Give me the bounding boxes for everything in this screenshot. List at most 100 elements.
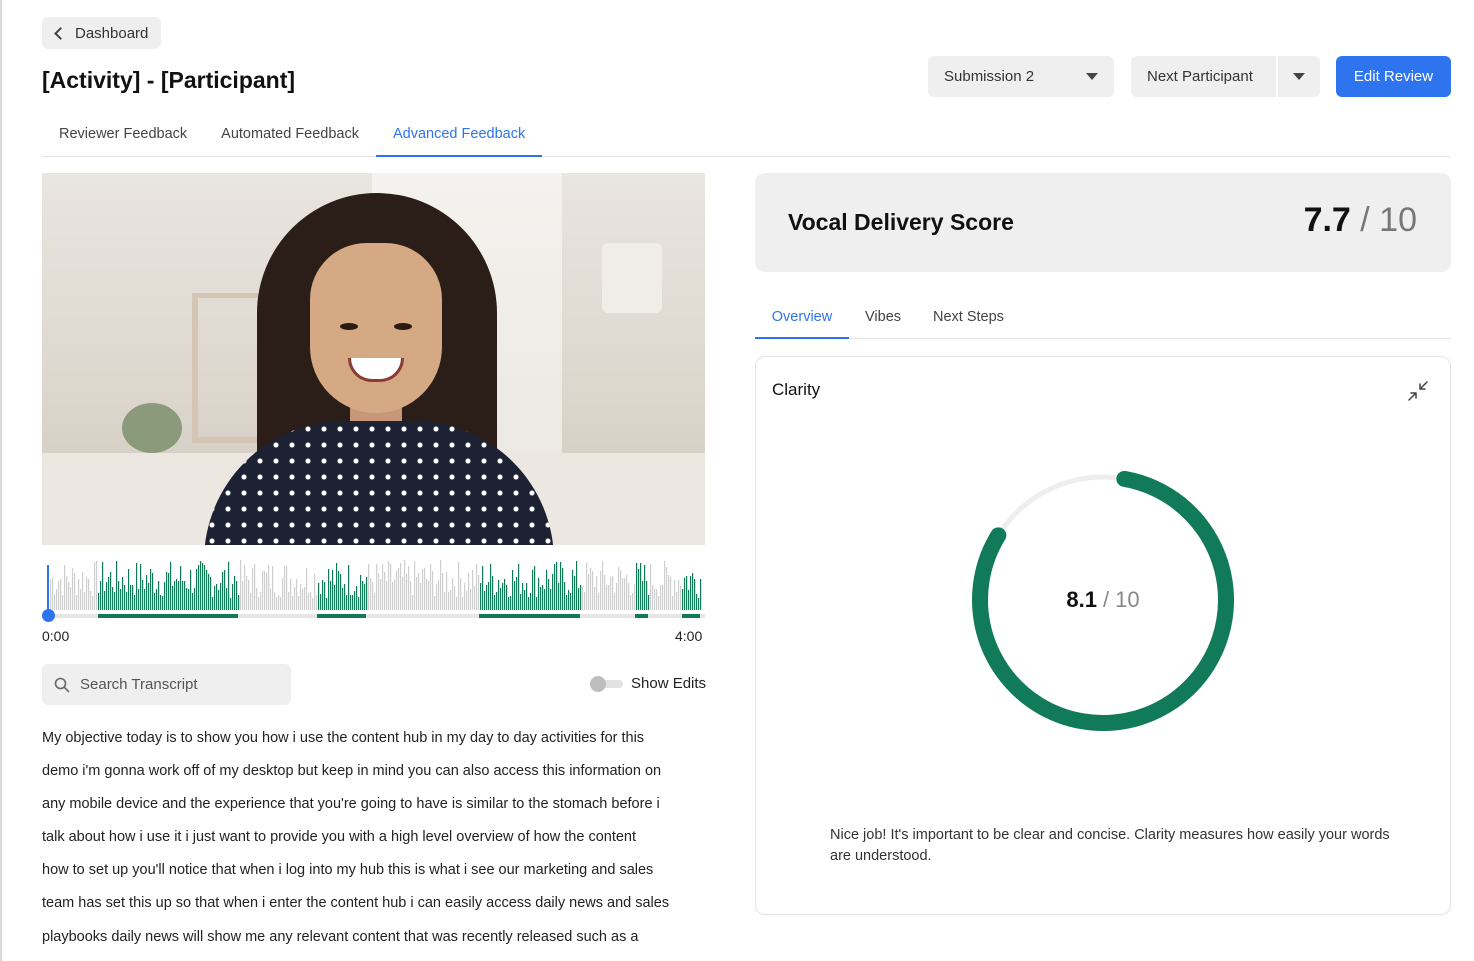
waveform-bar [428,581,430,610]
waveform-bar [410,581,412,610]
waveform-bar [656,589,658,610]
waveform-bar [198,565,200,610]
waveform-bar [494,595,496,610]
waveform-bar [74,573,76,610]
show-edits-toggle[interactable] [590,676,623,692]
waveform-bar [122,577,124,610]
waveform-bar [468,573,470,610]
time-start: 0:00 [42,628,70,644]
waveform-bar [346,595,348,610]
waveform-bar [692,573,694,610]
waveform-bar [392,582,394,610]
waveform-bar [470,589,472,610]
waveform-bar [406,574,408,610]
chevron-left-icon [54,26,67,40]
tab-vibes[interactable]: Vibes [849,296,917,338]
waveform-bar [384,572,386,610]
waveform-bar [462,597,464,610]
tab-automated-feedback[interactable]: Automated Feedback [204,112,376,156]
next-participant-button[interactable]: Next Participant [1131,56,1278,97]
waveform-bar [64,565,66,610]
window-edge [0,0,2,961]
waveform-bar [76,595,78,610]
video-player[interactable] [42,173,705,545]
waveform-bar [350,595,352,610]
waveform-bar [538,578,540,610]
waveform-bar [176,579,178,610]
waveform-bar [380,579,382,610]
waveform-bar [62,595,64,610]
waveform-bar [672,596,674,610]
waveform-bar [132,585,134,610]
audio-waveform[interactable] [42,558,705,614]
waveform-bar [374,593,376,610]
waveform-bar [298,596,300,610]
tab-overview[interactable]: Overview [755,296,849,339]
back-label: Dashboard [75,24,149,42]
timeline-highlight-segment [479,614,580,618]
waveform-bar [216,584,218,610]
page-title: [Activity] - [Participant] [42,67,296,93]
waveform-bar [150,569,152,610]
waveform-bar [276,597,278,610]
waveform-bar [78,579,80,610]
next-participant-menu-button[interactable] [1278,56,1320,97]
playhead-handle[interactable] [42,609,55,622]
timeline-highlight-segment [317,614,366,618]
transcript-line: My objective today is to show you how i … [42,730,645,746]
waveform-bar [628,583,630,610]
waveform-bar [454,586,456,610]
waveform-bar [368,564,370,610]
waveform-bar [616,583,618,610]
tab-next-steps[interactable]: Next Steps [917,296,1020,338]
score-max: / 10 [1360,201,1417,239]
waveform-bar [290,579,292,610]
waveform-bar [332,570,334,610]
waveform-bar [510,596,512,610]
waveform-bar [230,598,232,610]
submission-select-value: Submission 2 [944,68,1035,85]
waveform-bar [582,586,584,610]
waveform-bar [254,564,256,610]
waveform-bar [700,579,702,610]
waveform-bar [388,561,390,610]
waveform-bar [508,597,510,610]
waveform-bar [574,576,576,610]
waveform-bar [644,565,646,610]
transcript-line: team has set this up so that when i ente… [42,895,670,912]
waveform-bar [206,570,208,610]
submission-select[interactable]: Submission 2 [928,56,1114,97]
waveform-bar [396,571,398,610]
waveform-bar [320,594,322,610]
waveform-bar [260,592,262,610]
tab-advanced-feedback[interactable]: Advanced Feedback [376,112,543,157]
transcript-search[interactable] [42,664,291,705]
waveform-bar [414,561,416,610]
waveform-bar [224,570,226,610]
waveform-bar [280,597,282,610]
transcript-search-input[interactable] [80,676,280,693]
waveform-bar [438,580,440,610]
waveform-bar [686,576,688,610]
waveform-bar [152,573,154,610]
edit-review-button[interactable]: Edit Review [1336,56,1451,97]
waveform-bar [696,594,698,610]
waveform-bar [266,573,268,610]
waveform-bar [436,584,438,610]
clarity-score-value: 8.1/ 10 [969,466,1237,734]
timeline-highlight-segment [98,614,238,618]
waveform-bar [440,560,442,610]
waveform-bar [358,597,360,610]
waveform-bar [678,580,680,610]
waveform-bar [416,577,418,610]
waveform-bar [664,561,666,610]
clarity-title: Clarity [772,380,821,399]
tab-reviewer-feedback[interactable]: Reviewer Feedback [42,112,204,156]
waveform-bar [164,582,166,610]
back-to-dashboard-button[interactable]: Dashboard [42,17,161,49]
waveform-bar [306,568,308,610]
waveform-bar [130,585,132,610]
waveform-bar [488,582,490,610]
collapse-icon[interactable] [1406,379,1430,403]
waveform-bar [288,592,290,610]
